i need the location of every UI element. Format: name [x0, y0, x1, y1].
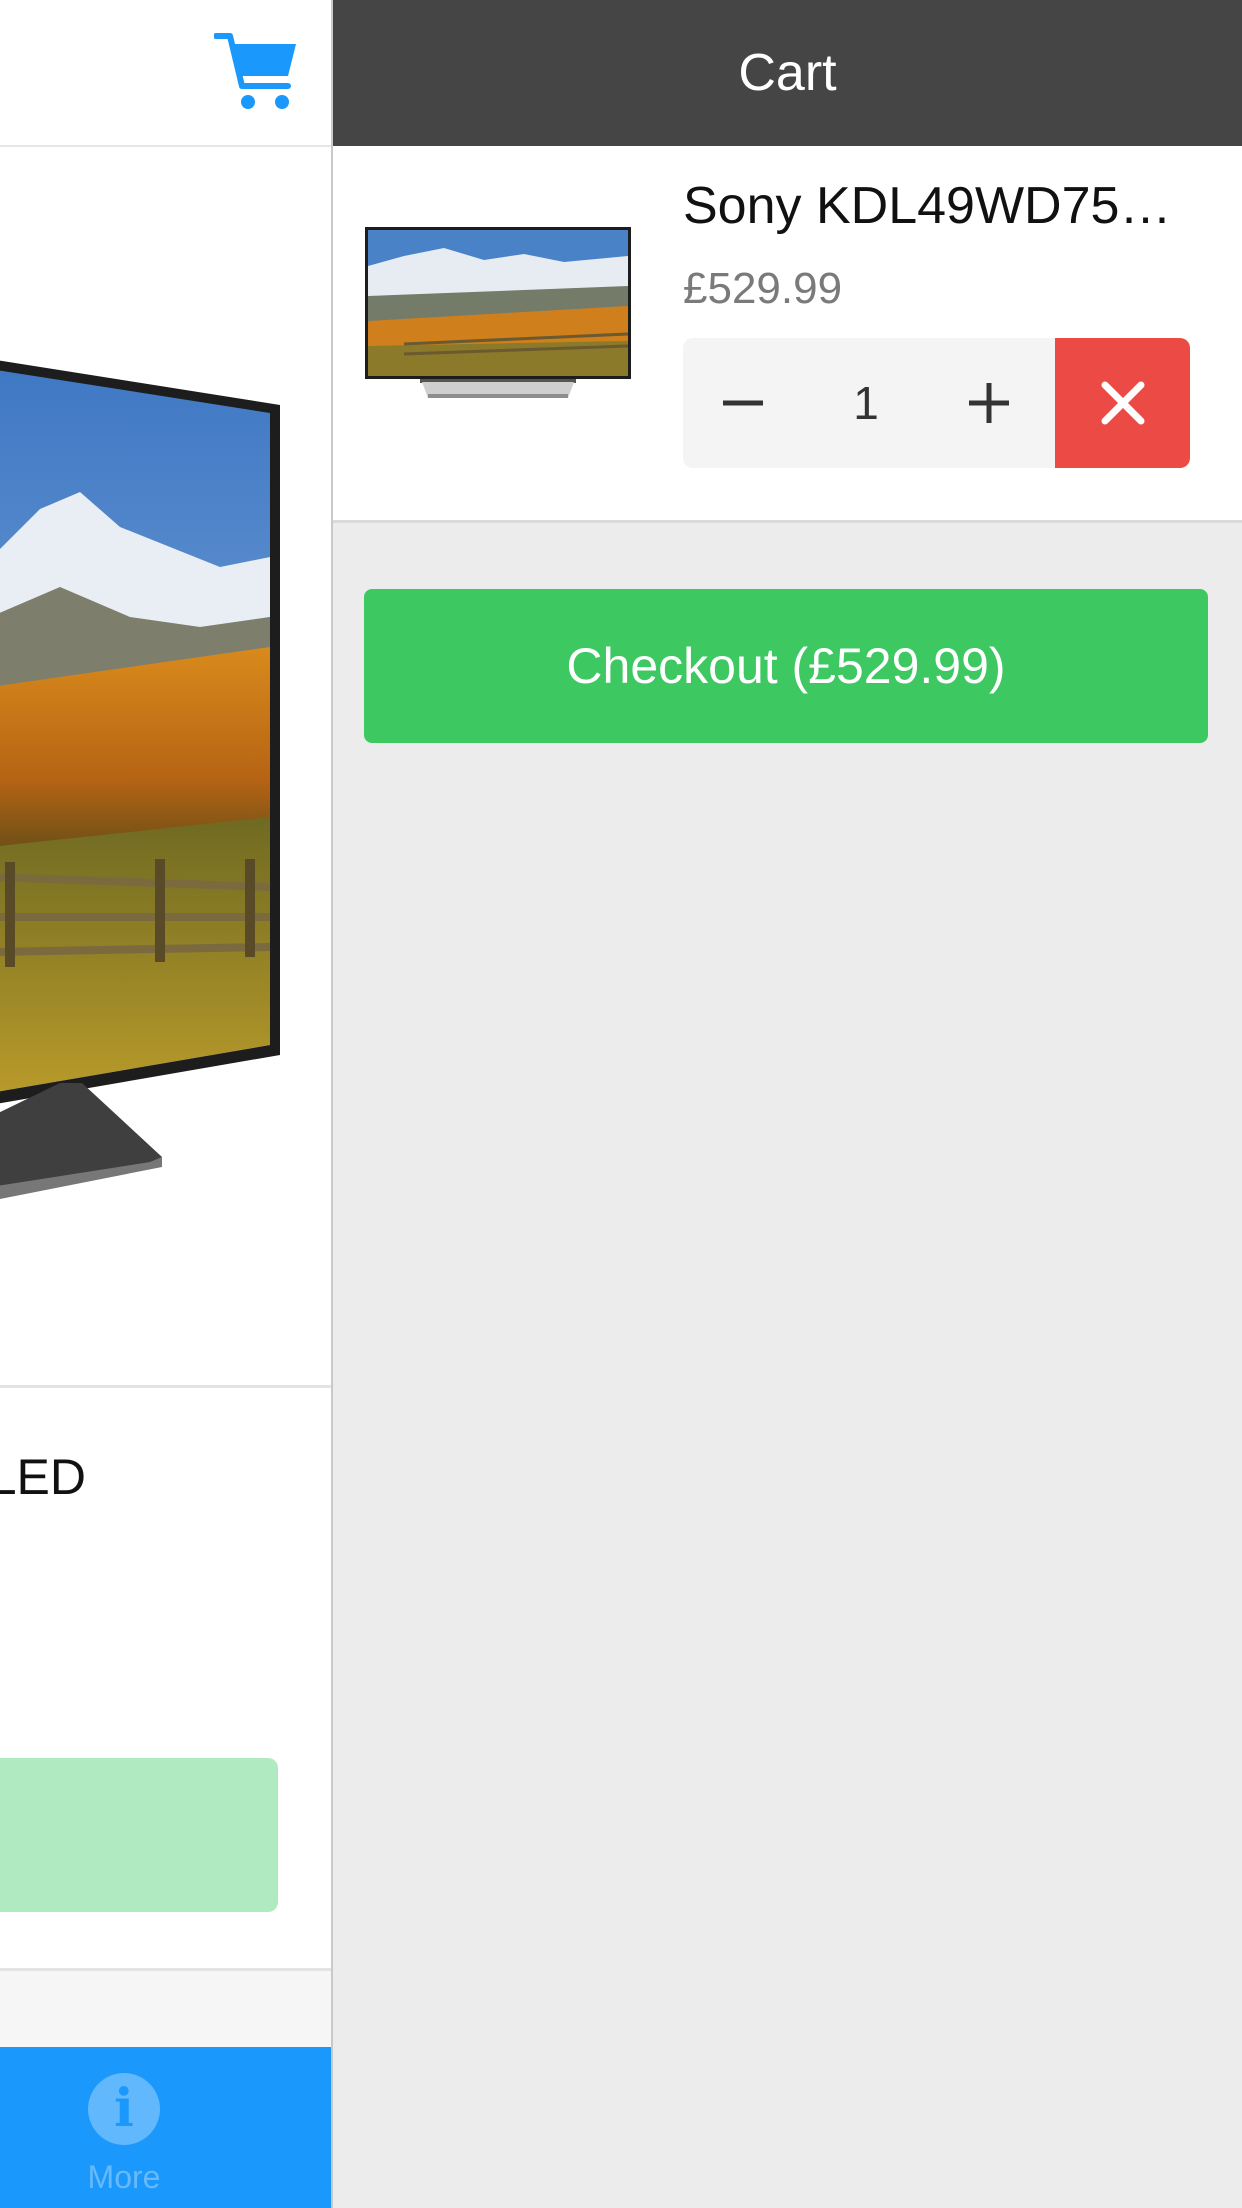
checkout-button[interactable]: Checkout (£529.99) [364, 589, 1208, 743]
info-icon: i [88, 2073, 160, 2145]
tab-more-label: More [87, 2159, 161, 2195]
cart-header: Cart [333, 0, 1242, 146]
plus-icon [969, 383, 1009, 423]
quantity-value: 1 [853, 377, 879, 429]
close-icon [1101, 381, 1144, 425]
product-title-area: LED [0, 1385, 331, 1709]
product-page: LED i More [0, 0, 331, 2208]
tab-bar: i More [0, 2047, 331, 2208]
cart-item-name: Sony KDL49WD75… [683, 177, 1172, 235]
product-title: LED [0, 1449, 86, 1505]
product-buy-area [0, 1706, 331, 1971]
minus-icon [723, 400, 763, 406]
quantity-stepper: 1 [683, 338, 1055, 468]
product-top-bar [0, 0, 331, 147]
remove-item-button[interactable] [1055, 338, 1190, 468]
add-to-cart-button[interactable] [0, 1758, 278, 1912]
cart-item-thumbnail [364, 226, 632, 400]
cart-item-price: £529.99 [683, 264, 843, 313]
quantity-decrement-button[interactable] [683, 338, 803, 468]
quantity-increment-button[interactable] [929, 338, 1049, 468]
tab-more[interactable]: i More [64, 2073, 184, 2203]
cart-icon[interactable] [213, 30, 300, 114]
product-footer-gap [0, 1971, 331, 2047]
cart-title: Cart [738, 44, 837, 102]
product-tv-image [0, 360, 280, 1200]
cart-panel: Cart Sony KDL49WD75… £529.99 1 Checkout … [333, 0, 1242, 2208]
cart-item: Sony KDL49WD75… £529.99 1 [333, 146, 1242, 523]
product-image-area [0, 147, 331, 1385]
